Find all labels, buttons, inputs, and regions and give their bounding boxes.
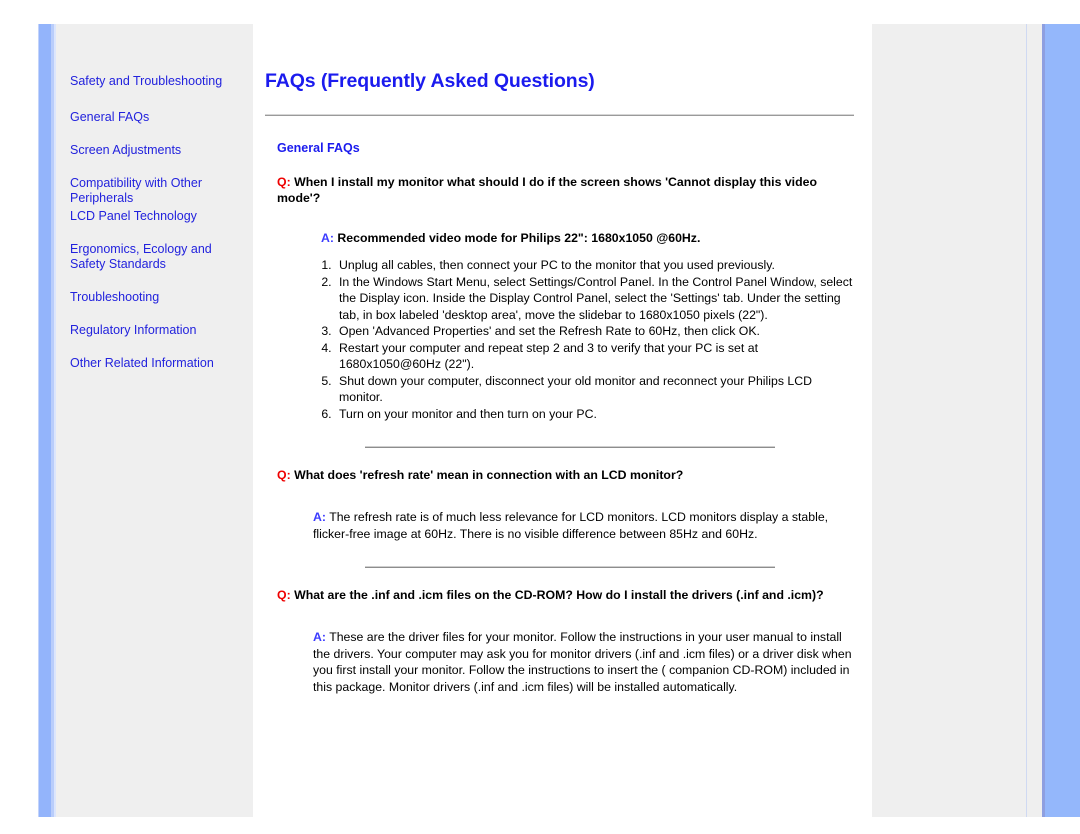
right-gutter <box>1026 24 1043 817</box>
sidebar-item-other-related-information[interactable]: Other Related Information <box>70 356 243 371</box>
faq-answer-text: These are the driver files for your moni… <box>313 630 852 694</box>
section-heading-general-faqs: General FAQs <box>277 141 360 155</box>
faq-page: Safety and Troubleshooting General FAQs … <box>0 0 1080 834</box>
sidebar-item-compatibility-with-other-peripherals[interactable]: Compatibility with Other Peripherals <box>70 176 243 206</box>
answer-marker: A: <box>313 630 326 644</box>
question-marker: Q: <box>277 175 291 189</box>
sidebar-item-troubleshooting[interactable]: Troubleshooting <box>70 290 243 305</box>
faq-item: Q: When I install my monitor what should… <box>265 174 854 448</box>
sidebar-list-item: LCD Panel Technology <box>70 209 243 224</box>
sidebar: Safety and Troubleshooting General FAQs … <box>56 24 253 817</box>
faq-steps-list: Unplug all cables, then connect your PC … <box>265 257 854 422</box>
sidebar-list-item: Regulatory Information <box>70 323 243 338</box>
faq-question-text: When I install my monitor what should I … <box>277 175 817 205</box>
sidebar-item-regulatory-information[interactable]: Regulatory Information <box>70 323 243 338</box>
faq-answer-highlight: A: Recommended video mode for Philips 22… <box>321 230 854 246</box>
sidebar-item-screen-adjustments[interactable]: Screen Adjustments <box>70 143 243 158</box>
sidebar-item-lcd-panel-technology[interactable]: LCD Panel Technology <box>70 209 243 224</box>
sidebar-list-item: Screen Adjustments <box>70 143 243 158</box>
faq-answer-text: The refresh rate is of much less relevan… <box>313 510 829 541</box>
sidebar-list-item: Other Related Information <box>70 356 243 371</box>
faq-step: Turn on your monitor and then turn on yo… <box>335 406 854 423</box>
sidebar-list-item: Safety and Troubleshooting <box>70 74 243 89</box>
faq-separator <box>365 446 775 448</box>
faq-question-text: What does 'refresh rate' mean in connect… <box>294 468 684 482</box>
sidebar-list-item: Compatibility with Other Peripherals <box>70 176 243 206</box>
faq-answer-highlight-text: Recommended video mode for Philips 22": … <box>337 231 701 245</box>
faq-question: Q: When I install my monitor what should… <box>277 174 854 206</box>
faq-answer: A: The refresh rate is of much less rele… <box>313 509 853 542</box>
faq-answer: A: These are the driver files for your m… <box>313 629 853 695</box>
faq-step: Open 'Advanced Properties' and set the R… <box>335 323 854 340</box>
sidebar-list-item: Ergonomics, Ecology and Safety Standards <box>70 242 243 272</box>
faq-item: Q: What are the .inf and .icm files on t… <box>265 587 854 695</box>
title-divider <box>265 114 854 116</box>
sidebar-item-ergonomics-ecology-and-safety-standards[interactable]: Ergonomics, Ecology and Safety Standards <box>70 242 243 272</box>
faq-step: In the Windows Start Menu, select Settin… <box>335 274 854 324</box>
faq-step: Unplug all cables, then connect your PC … <box>335 257 854 274</box>
question-marker: Q: <box>277 468 291 482</box>
question-marker: Q: <box>277 588 291 602</box>
answer-marker: A: <box>313 510 326 524</box>
page-title: FAQs (Frequently Asked Questions) <box>265 70 595 92</box>
sidebar-list-item: General FAQs <box>70 110 243 125</box>
faq-question: Q: What are the .inf and .icm files on t… <box>277 587 854 603</box>
faq-question: Q: What does 'refresh rate' mean in conn… <box>277 467 854 483</box>
right-decorative-panel <box>1042 24 1080 817</box>
faq-separator <box>365 566 775 568</box>
faq-step: Restart your computer and repeat step 2 … <box>335 340 854 373</box>
faq-step: Shut down your computer, disconnect your… <box>335 373 854 406</box>
faq-question-text: What are the .inf and .icm files on the … <box>294 588 824 602</box>
answer-marker: A: <box>321 231 334 245</box>
sidebar-list-item: Troubleshooting <box>70 290 243 305</box>
sidebar-item-safety-and-troubleshooting[interactable]: Safety and Troubleshooting <box>70 74 243 89</box>
left-decorative-bar <box>38 24 56 817</box>
main-content: FAQs (Frequently Asked Questions) Genera… <box>253 24 872 817</box>
sidebar-nav-list: Safety and Troubleshooting General FAQs … <box>70 74 243 371</box>
sidebar-item-general-faqs[interactable]: General FAQs <box>70 110 243 125</box>
faq-item: Q: What does 'refresh rate' mean in conn… <box>265 467 854 568</box>
